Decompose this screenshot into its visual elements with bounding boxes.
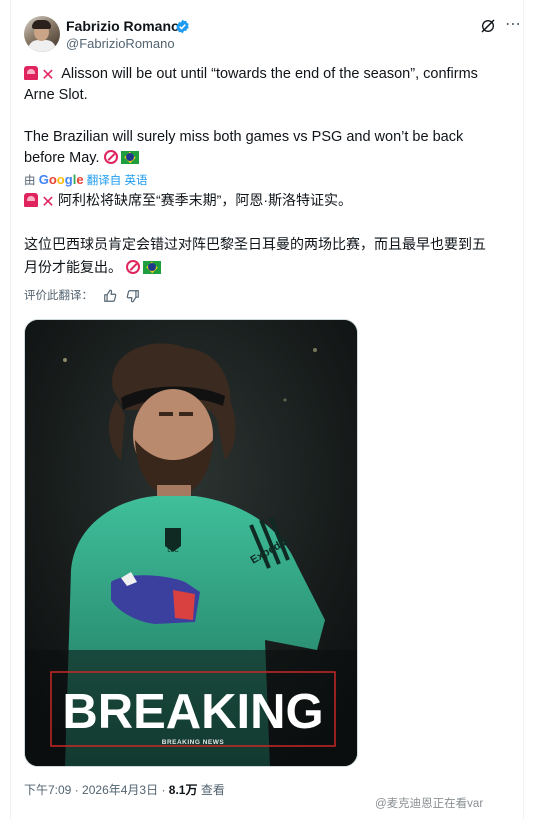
tweet-line-2: Arne Slot. [24, 87, 88, 103]
translated-by-label: 由 [24, 175, 36, 187]
brazil-flag-icon [142, 261, 161, 274]
tweet-meta: 下午7:09 · 2026年4月3日 · 8.1万 查看 [24, 783, 225, 797]
views-label: 查看 [200, 783, 225, 797]
cn-line-3: 月份才能复出。 [24, 259, 122, 275]
avatar[interactable] [24, 16, 60, 52]
views-count: 8.1万 [168, 783, 198, 797]
tweet-line-1: Alisson will be out until “towards the e… [61, 66, 478, 82]
verified-badge-icon [176, 19, 189, 34]
tweet-date[interactable]: 2026年4月3日 [82, 783, 158, 797]
author-handle[interactable]: @FabrizioRomano [66, 36, 175, 52]
translation-attribution: 由 Google 翻译自 英语 [24, 173, 147, 188]
no-entry-icon [125, 260, 140, 274]
translated-from-link[interactable]: 翻译自 英语 [87, 175, 148, 187]
author-name[interactable]: Fabrizio Romano [66, 18, 180, 35]
more-icon[interactable]: ⋯ [505, 16, 522, 34]
brazil-flag-icon [120, 151, 139, 164]
tweet-media-image[interactable]: LFC Expedia BREAKING BREAKING NEWS [24, 319, 358, 767]
no-entry-icon [103, 150, 118, 164]
thumbs-up-icon[interactable] [103, 289, 117, 303]
watermark: @麦克迪恩正在看var [375, 798, 484, 810]
tweet-line-3: The Brazilian will surely miss both game… [24, 129, 464, 145]
rotating-light-icon [24, 193, 38, 207]
cross-mark-icon: ✕ [41, 67, 55, 84]
tweet-line-4: before May. [24, 150, 100, 166]
tweet-text-cn-2: 这位巴西球员肯定会错过对阵巴黎圣日耳曼的两场比赛，而且最早也要到五 月份才能复出… [24, 233, 524, 279]
cn-line-2: 这位巴西球员肯定会错过对阵巴黎圣日耳曼的两场比赛，而且最早也要到五 [24, 236, 486, 252]
tweet-time[interactable]: 下午7:09 [24, 783, 71, 797]
breaking-headline: BREAKING [62, 685, 323, 739]
breaking-subline: BREAKING NEWS [162, 739, 225, 746]
tweet-text-cn: ✕ 阿利松将缺席至“赛季末期”，阿恩·斯洛特证实。 [24, 190, 524, 211]
rate-translation-label: 评价此翻译： [24, 290, 93, 302]
tweet-text-en-2: The Brazilian will surely miss both game… [24, 127, 524, 169]
cn-line-1: 阿利松将缺席至“赛季末期”，阿恩·斯洛特证实。 [58, 192, 352, 208]
google-logo: Google [38, 172, 84, 187]
thumbs-down-icon[interactable] [126, 289, 140, 303]
cross-mark-icon: ✕ [41, 194, 55, 211]
club-badge-label: LFC [167, 548, 179, 554]
tweet-text-en: ✕ Alisson will be out until “towards the… [24, 64, 524, 106]
grok-icon[interactable] [480, 18, 496, 34]
rotating-light-icon [24, 66, 38, 80]
